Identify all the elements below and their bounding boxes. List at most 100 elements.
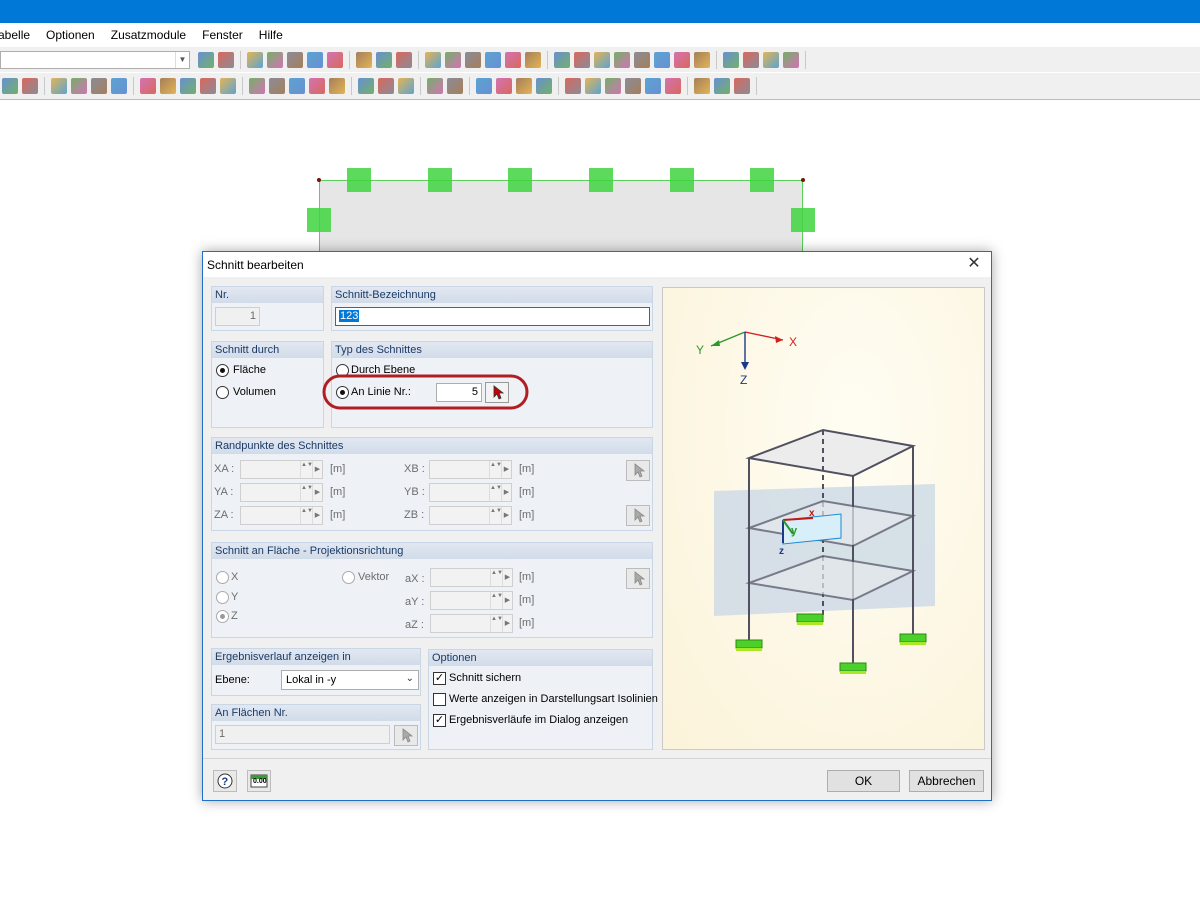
toolbar-tool-icon[interactable] xyxy=(396,51,412,68)
toolbar-tool-icon[interactable] xyxy=(565,78,581,94)
support-icon[interactable] xyxy=(670,168,694,192)
radio-vektor[interactable] xyxy=(342,571,355,584)
toolbar-tool-icon[interactable] xyxy=(574,51,590,68)
toolbar-tool-icon[interactable] xyxy=(22,78,38,94)
ergebnisverlaeufe-checkbox[interactable]: ✓ xyxy=(433,714,446,727)
toolbar-tool-icon[interactable] xyxy=(447,78,463,94)
toolbar-tool-icon[interactable] xyxy=(2,78,18,94)
toolbar-tool-icon[interactable] xyxy=(525,51,541,68)
toolbar-tool-icon[interactable] xyxy=(536,78,552,94)
toolbar-tool-icon[interactable] xyxy=(91,78,107,94)
toolbar-tool-icon[interactable] xyxy=(645,78,661,94)
toolbar-tool-icon[interactable] xyxy=(614,51,630,68)
toolbar-tool-icon[interactable] xyxy=(743,51,759,68)
support-icon[interactable] xyxy=(307,208,331,232)
toolbar-tool-icon[interactable] xyxy=(445,51,461,68)
xa-label: XA : xyxy=(214,463,235,475)
toolbar-tool-icon[interactable] xyxy=(198,51,214,68)
toolbar-tool-icon[interactable] xyxy=(160,78,176,94)
support-icon[interactable] xyxy=(791,208,815,232)
toolbar-tool-icon[interactable] xyxy=(496,78,512,94)
toolbar-tool-icon[interactable] xyxy=(327,51,343,68)
toolbar-tool-icon[interactable] xyxy=(605,78,621,94)
isolinien-checkbox[interactable] xyxy=(433,693,446,706)
toolbar-tool-icon[interactable] xyxy=(329,78,345,94)
toolbar-tool-icon[interactable] xyxy=(51,78,67,94)
toolbar-tool-icon[interactable] xyxy=(71,78,87,94)
support-icon[interactable] xyxy=(750,168,774,192)
radio-proj-x[interactable] xyxy=(216,571,229,584)
toolbar-tool-icon[interactable] xyxy=(376,51,392,68)
node-marker[interactable] xyxy=(801,178,805,182)
toolbar-tool-icon[interactable] xyxy=(594,51,610,68)
toolbar-tool-icon[interactable] xyxy=(485,51,501,68)
toolbar-tool-icon[interactable] xyxy=(425,51,441,68)
toolbar-tool-icon[interactable] xyxy=(398,78,414,94)
toolbar-tool-icon[interactable] xyxy=(674,51,690,68)
toolbar-tool-icon[interactable] xyxy=(267,51,283,68)
support-icon[interactable] xyxy=(347,168,371,192)
support-icon[interactable] xyxy=(428,168,452,192)
toolbar-tool-icon[interactable] xyxy=(465,51,481,68)
toolbar-tool-icon[interactable] xyxy=(307,51,323,68)
toolbar-tool-icon[interactable] xyxy=(694,51,710,68)
toolbar-tool-icon[interactable] xyxy=(554,51,570,68)
toolbar-tool-icon[interactable] xyxy=(427,78,443,94)
toolbar-tool-icon[interactable] xyxy=(200,78,216,94)
radio-flaeche[interactable] xyxy=(216,364,229,377)
toolbar-tool-icon[interactable] xyxy=(111,78,127,94)
toolbar-tool-icon[interactable] xyxy=(269,78,285,94)
cancel-button[interactable]: Abbrechen xyxy=(909,770,984,792)
pick-point-b-button[interactable] xyxy=(626,505,650,526)
menu-fenster[interactable]: Fenster xyxy=(202,28,243,42)
radio-volumen[interactable] xyxy=(216,386,229,399)
toolbar-tool-icon[interactable] xyxy=(654,51,670,68)
pick-point-a-button[interactable] xyxy=(626,460,650,481)
toolbar-tool-icon[interactable] xyxy=(140,78,156,94)
toolbar-tool-icon[interactable] xyxy=(516,78,532,94)
toolbar-tool-icon[interactable] xyxy=(218,51,234,68)
toolbar-tool-icon[interactable] xyxy=(220,78,236,94)
toolbar-tool-icon[interactable] xyxy=(585,78,601,94)
toolbar-tool-icon[interactable] xyxy=(625,78,641,94)
toolbar-tool-icon[interactable] xyxy=(763,51,779,68)
schnitt-sichern-checkbox[interactable]: ✓ xyxy=(433,672,446,685)
units-button[interactable]: 0.00 xyxy=(247,770,271,792)
toolbar-tool-icon[interactable] xyxy=(247,51,263,68)
ebene-select[interactable]: Lokal in -y ⌄ xyxy=(281,670,419,690)
toolbar-tool-icon[interactable] xyxy=(634,51,650,68)
toolbar-tool-icon[interactable] xyxy=(783,51,799,68)
menu-optionen[interactable]: Optionen xyxy=(46,28,95,42)
pick-vector-button[interactable] xyxy=(626,568,650,589)
support-icon[interactable] xyxy=(589,168,613,192)
toolbar-tool-icon[interactable] xyxy=(287,51,303,68)
menu-zusatzmodule[interactable]: Zusatzmodule xyxy=(111,28,186,42)
view-combo[interactable]: ▼ xyxy=(0,50,190,69)
toolbar-tool-icon[interactable] xyxy=(694,78,710,94)
toolbar-tool-icon[interactable] xyxy=(356,51,372,68)
menu-tabelle[interactable]: abelle xyxy=(0,28,30,42)
help-button[interactable]: ? xyxy=(213,770,237,792)
ok-button[interactable]: OK xyxy=(827,770,900,792)
toolbar-tool-icon[interactable] xyxy=(358,78,374,94)
radio-proj-y[interactable] xyxy=(216,591,229,604)
menu-hilfe[interactable]: Hilfe xyxy=(259,28,283,42)
toolbar-tool-icon[interactable] xyxy=(249,78,265,94)
node-marker[interactable] xyxy=(317,178,321,182)
toolbar-tool-icon[interactable] xyxy=(723,51,739,68)
toolbar-tool-icon[interactable] xyxy=(309,78,325,94)
toolbar-tool-icon[interactable] xyxy=(734,78,750,94)
toolbar-tool-icon[interactable] xyxy=(378,78,394,94)
toolbar-tool-icon[interactable] xyxy=(714,78,730,94)
surface-model[interactable] xyxy=(319,180,803,252)
toolbar-tool-icon[interactable] xyxy=(665,78,681,94)
toolbar-tool-icon[interactable] xyxy=(476,78,492,94)
toolbar-tool-icon[interactable] xyxy=(180,78,196,94)
toolbar-tool-icon[interactable] xyxy=(289,78,305,94)
close-icon[interactable]: ✕ xyxy=(963,254,985,274)
bezeichnung-input[interactable]: 123 xyxy=(335,307,650,326)
pick-surface-button[interactable] xyxy=(394,725,418,746)
radio-proj-z[interactable] xyxy=(216,610,229,623)
toolbar-tool-icon[interactable] xyxy=(505,51,521,68)
support-icon[interactable] xyxy=(508,168,532,192)
